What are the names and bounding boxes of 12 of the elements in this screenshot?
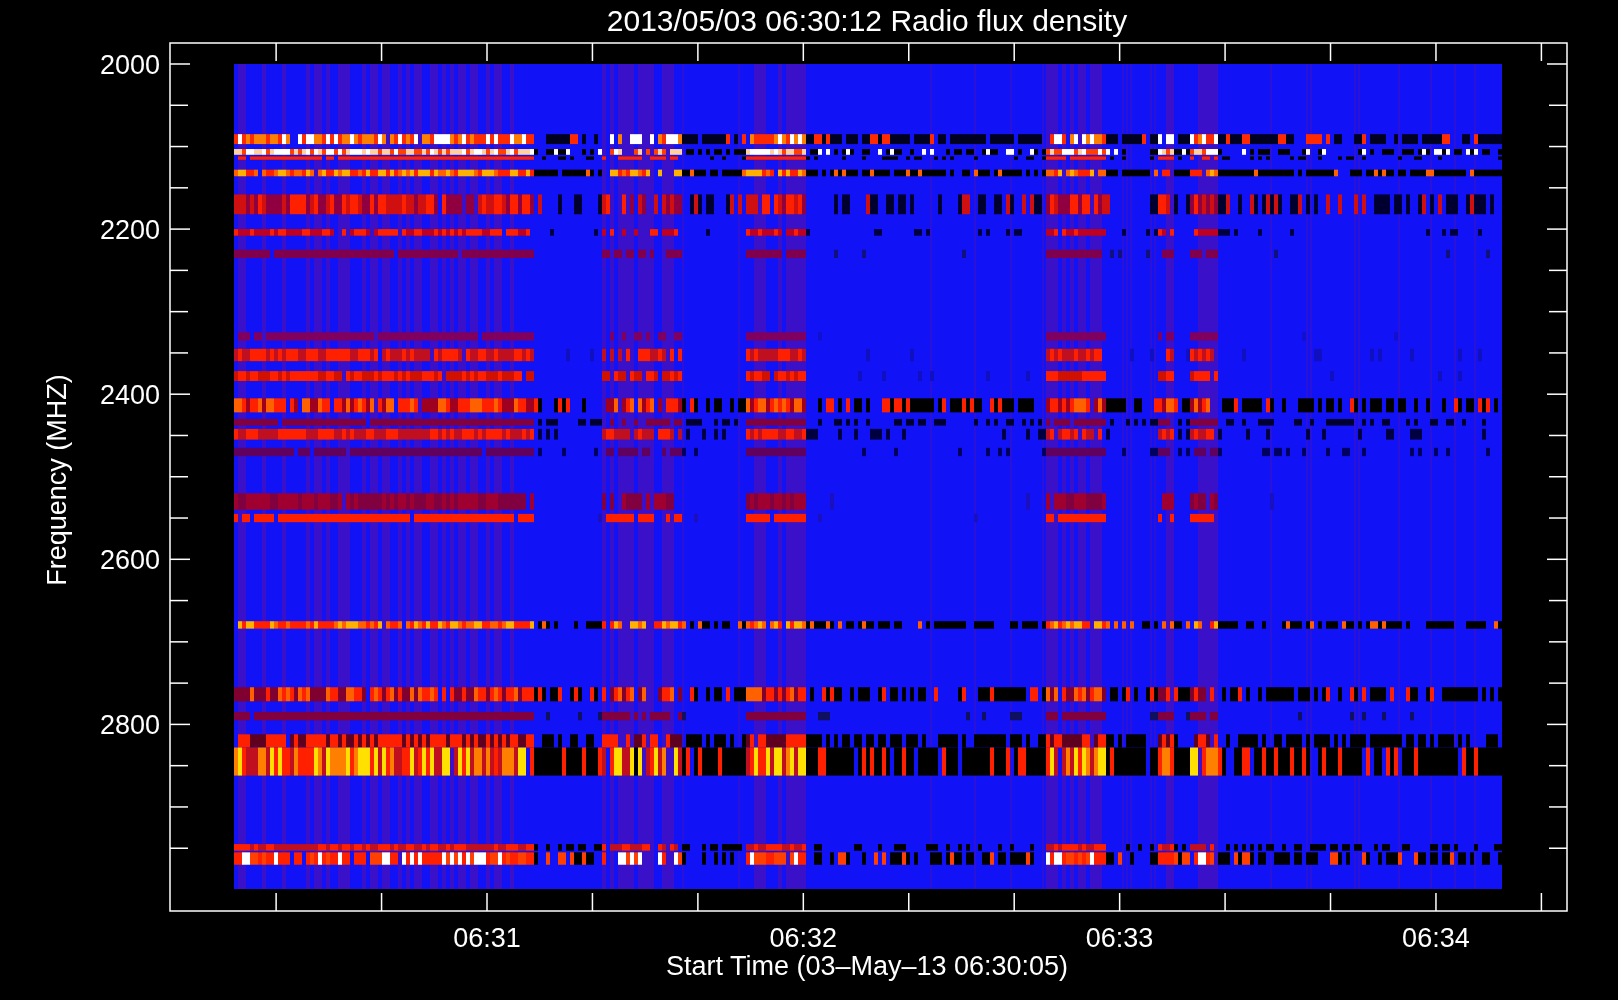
x-tick-label: 06:32: [769, 923, 838, 953]
y-tick-label: 2600: [99, 545, 160, 576]
y-tick-label: 2400: [99, 380, 160, 411]
chart-title: 2013/05/03 06:30:12 Radio flux density: [606, 4, 1128, 37]
x-axis-title: Start Time (03‒May‒13 06:30:05): [665, 951, 1069, 981]
x-tick-label: 06:33: [1085, 923, 1154, 953]
x-tick-label: 06:31: [453, 923, 521, 953]
x-tick-label: 06:34: [1402, 923, 1470, 953]
y-tick-label: 2200: [99, 215, 160, 246]
y-axis-title: Frequency (MHZ): [42, 374, 72, 586]
y-tick-label: 2000: [99, 50, 160, 80]
y-tick-label: 2800: [99, 710, 160, 741]
